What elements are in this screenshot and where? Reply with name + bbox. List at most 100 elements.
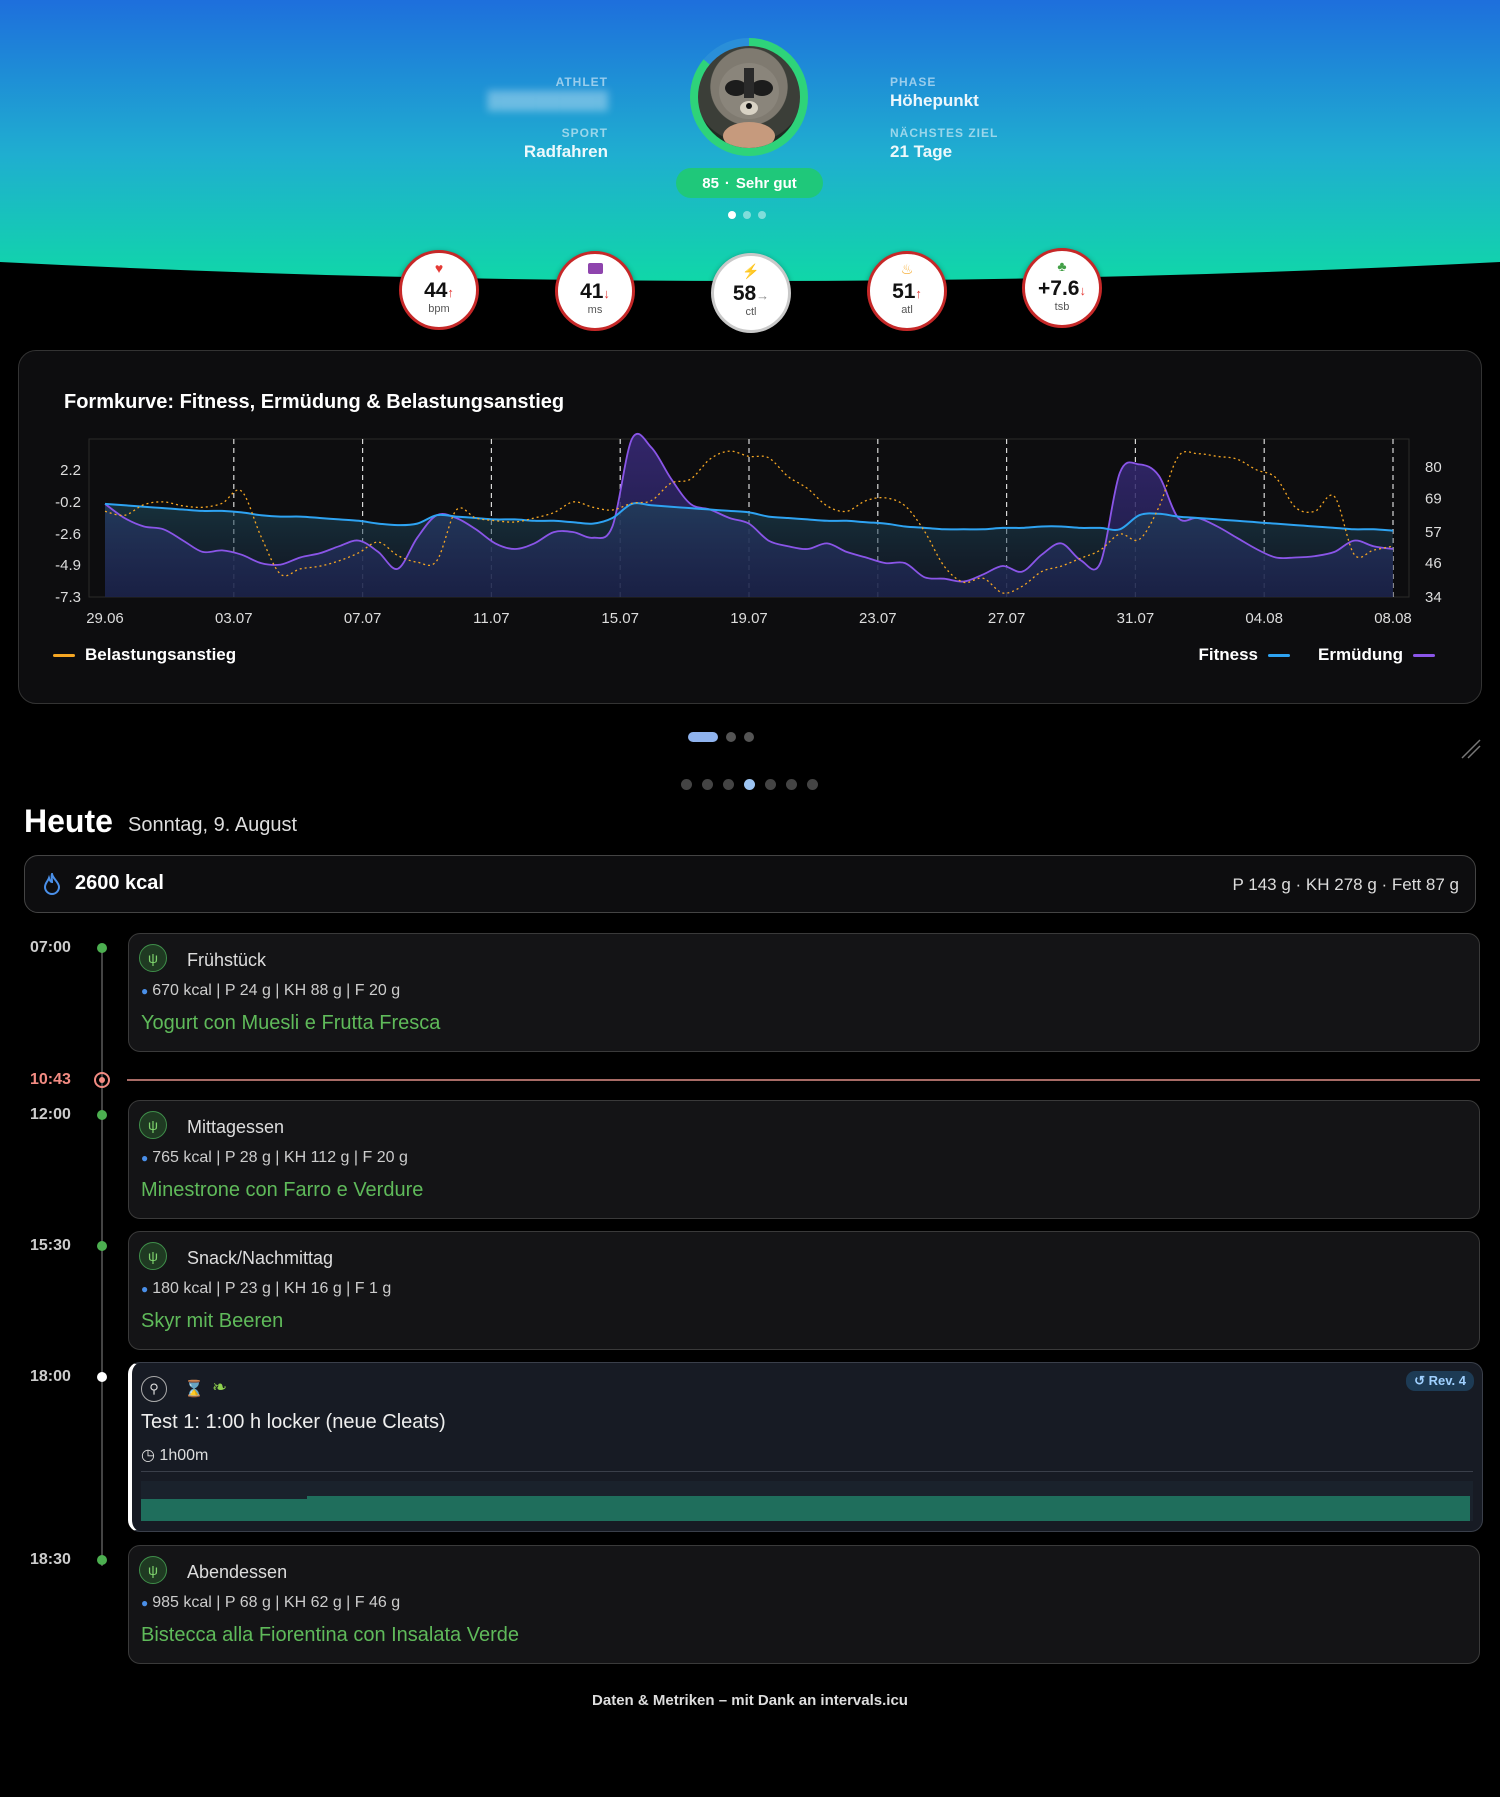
meal-card-fruehstueck[interactable]: ψ Frühstück ● 670 kcal | P 24 g | KH 88 g… — [128, 933, 1480, 1052]
meal-name: Abendessen — [187, 1562, 288, 1582]
metric-resting-hr[interactable]: ♥ 44↑ bpm — [399, 250, 479, 330]
legend-fitness-label[interactable]: Fitness — [1198, 645, 1258, 665]
profile-segment — [307, 1496, 1470, 1521]
y-left-tick-label: -7.3 — [55, 589, 81, 606]
profile-segment — [141, 1499, 307, 1521]
sprout-icon: ♣ — [1057, 258, 1067, 274]
meal-macros: ● 985 kcal | P 68 g | KH 62 g | F 46 g — [141, 1594, 401, 1611]
carousel-dot[interactable] — [758, 211, 766, 219]
x-tick-label: 29.06 — [86, 610, 124, 627]
meal-time: 07:00 — [30, 939, 71, 956]
pager-dot[interactable] — [688, 732, 718, 742]
bolt-icon: ⚡ — [742, 263, 760, 279]
workout-card[interactable]: ⚲ ⌛ ❧ ↺ Rev. 4 Test 1: 1:00 h locker (ne… — [128, 1362, 1483, 1532]
legend-ermuedung-label[interactable]: Ermüdung — [1318, 645, 1403, 665]
chart-pager[interactable] — [688, 732, 754, 742]
x-tick-label: 11.07 — [473, 610, 509, 627]
workout-profile[interactable] — [141, 1481, 1473, 1521]
carousel-dot[interactable] — [728, 211, 736, 219]
sport-info: SPORT Radfahren — [388, 126, 608, 162]
pager-dot[interactable] — [786, 779, 797, 790]
score-badge: 85 · Sehr gut — [676, 168, 823, 198]
meal-card-mittagessen[interactable]: ψ Mittagessen ● 765 kcal | P 28 g | KH 11… — [128, 1100, 1480, 1219]
legend-right-group: Fitness Ermüdung — [1198, 645, 1435, 665]
meal-macros: ● 765 kcal | P 28 g | KH 112 g | F 20 g — [141, 1149, 408, 1166]
athlete-name-blurred: ██████████ — [487, 91, 608, 110]
pager-dot[interactable] — [723, 779, 734, 790]
meal-dish[interactable]: Yogurt con Muesli e Frutta Fresca — [141, 1012, 440, 1035]
metric-tsb[interactable]: ♣ +7.6↓ tsb — [1022, 248, 1102, 328]
score-ring[interactable] — [690, 38, 808, 156]
meal-dish[interactable]: Bistecca alla Fiorentina con Insalata Ve… — [141, 1624, 519, 1647]
meal-card-snack[interactable]: ψ Snack/Nachmittag ● 180 kcal | P 23 g | … — [128, 1231, 1480, 1350]
pager-dot[interactable] — [726, 732, 736, 742]
meal-card-abendessen[interactable]: ψ Abendessen ● 985 kcal | P 68 g | KH 62 … — [128, 1545, 1480, 1664]
flame-icon: ● — [141, 1151, 149, 1165]
pager-dot[interactable] — [702, 779, 713, 790]
legend-swatch — [53, 653, 75, 657]
metric-value: 41 — [580, 280, 604, 303]
pager-dot[interactable] — [744, 779, 755, 790]
flame-icon: ● — [141, 1282, 149, 1296]
timeline-dot — [97, 1555, 107, 1565]
meal-time: 12:00 — [30, 1106, 71, 1123]
clock-icon: ◷ — [141, 1447, 155, 1464]
carousel-dot[interactable] — [743, 211, 751, 219]
y-right-tick-label: 34 — [1425, 589, 1442, 606]
next-goal-info: NÄCHSTES ZIEL 21 Tage — [890, 126, 998, 162]
y-right-tick-label: 80 — [1425, 459, 1442, 476]
timeline-dot — [97, 943, 107, 953]
workout-title: Test 1: 1:00 h locker (neue Cleats) — [141, 1411, 446, 1433]
meal-macros: ● 180 kcal | P 23 g | KH 16 g | F 1 g — [141, 1280, 392, 1297]
arrow-down-icon: ↓ — [603, 286, 610, 301]
arrow-right-icon: → — [756, 288, 770, 303]
x-tick-label: 23.07 — [859, 610, 897, 627]
heart-icon: ♥ — [434, 260, 444, 276]
meal-dish[interactable]: Skyr mit Beeren — [141, 1310, 283, 1333]
meal-name: Mittagessen — [187, 1117, 285, 1137]
sport-value: Radfahren — [523, 142, 608, 161]
metric-ctl[interactable]: ⚡ 58→ ctl — [711, 253, 791, 333]
pager-dot[interactable] — [765, 779, 776, 790]
resize-handle-icon[interactable] — [1460, 738, 1482, 760]
section-pager[interactable] — [681, 779, 818, 790]
pager-dot[interactable] — [807, 779, 818, 790]
legend-belastung[interactable]: Belastungsanstieg — [53, 645, 236, 665]
workout-duration: ◷ 1h00m — [141, 1447, 209, 1464]
header-carousel-dots[interactable] — [728, 211, 766, 219]
daily-macros: P 143 g · KH 278 g · Fett 87 g — [1232, 875, 1460, 894]
meal-dish[interactable]: Minestrone con Farro e Verdure — [141, 1179, 423, 1202]
y-right-tick-label: 46 — [1425, 555, 1442, 572]
metric-value: +7.6 — [1038, 277, 1080, 300]
meal-name: Snack/Nachmittag — [187, 1248, 334, 1268]
timeline-dot — [97, 1372, 107, 1382]
next-goal-label: NÄCHSTES ZIEL — [890, 126, 999, 140]
fork-knife-icon: ψ — [139, 1111, 167, 1139]
metric-atl[interactable]: ♨ 51↑ atl — [867, 251, 947, 331]
metric-hrv[interactable]: 41↓ ms — [555, 251, 635, 331]
profile-segment — [1303, 1503, 1470, 1521]
pager-dot[interactable] — [744, 732, 754, 742]
daily-kcal-summary[interactable]: 2600 kcal P 143 g · KH 278 g · Fett 87 g — [24, 855, 1476, 913]
sport-label: SPORT — [561, 126, 608, 140]
avatar — [698, 46, 800, 148]
athlete-label: ATHLET — [555, 75, 608, 89]
pager-dot[interactable] — [681, 779, 692, 790]
form-curve-card[interactable]: Formkurve: Fitness, Ermüdung & Belastung… — [18, 350, 1482, 704]
x-tick-label: 31.07 — [1117, 610, 1155, 627]
y-right-tick-label: 57 — [1425, 524, 1442, 541]
phase-info: PHASE Höhepunkt — [890, 75, 979, 111]
today-title: Heute — [24, 803, 113, 839]
phase-value: Höhepunkt — [890, 91, 979, 110]
y-left-tick-label: 2.2 — [60, 462, 81, 479]
phase-label: PHASE — [890, 75, 937, 89]
revision-badge[interactable]: ↺ Rev. 4 — [1406, 1371, 1474, 1391]
y-left-tick-label: -2.6 — [55, 526, 81, 543]
x-tick-label: 07.07 — [344, 610, 382, 627]
arrow-down-icon: ↓ — [1079, 283, 1086, 298]
metric-unit: tsb — [1054, 301, 1070, 313]
meal-macros: ● 670 kcal | P 24 g | KH 88 g | F 20 g — [141, 982, 401, 999]
kcal-value: 2600 kcal — [75, 872, 164, 894]
athlete-info: ATHLET ██████████ — [388, 75, 608, 111]
x-tick-label: 04.08 — [1245, 610, 1283, 627]
